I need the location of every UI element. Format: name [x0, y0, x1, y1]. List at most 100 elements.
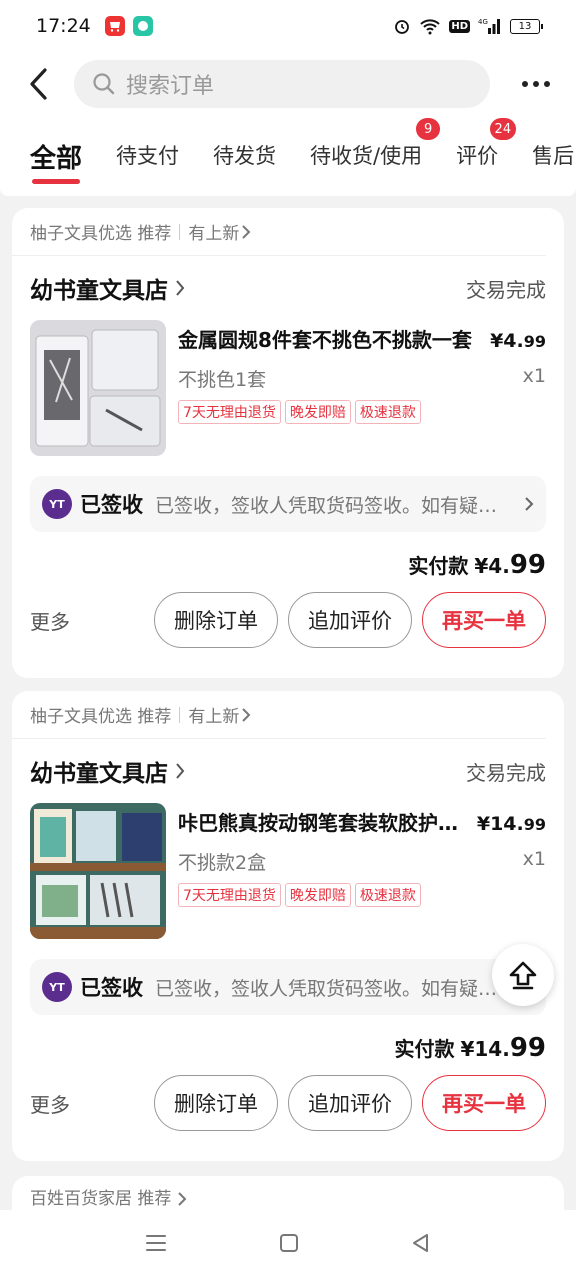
- product-price: ¥4.99: [490, 330, 546, 352]
- tab-review[interactable]: 评价 24: [456, 116, 517, 188]
- new-arrival-link[interactable]: 有上新: [188, 219, 239, 244]
- wifi-icon: [419, 17, 441, 35]
- dot-icon: [544, 81, 550, 87]
- chevron-right-icon: [242, 224, 251, 239]
- more-options-button[interactable]: [522, 81, 550, 87]
- search-placeholder: 搜索订单: [126, 74, 215, 99]
- battery-icon: 13: [510, 18, 543, 34]
- tab-pending-payment[interactable]: 待支付: [116, 116, 179, 188]
- logistics-row[interactable]: YT 已签收 已签收，签收人凭取货码签收。如有疑问请联系: [30, 476, 546, 532]
- service-tags: 7天无理由退货 晚发即赔 极速退款: [178, 883, 546, 907]
- order-card: 柚子文具优选 推荐 有上新 幼书童文具店 交易完成 咔巴熊真按动钢笔套装软胶护手…: [12, 691, 564, 1161]
- paid-amount: 实付款 ¥4.99: [12, 550, 564, 580]
- signal-icon: 4G: [478, 17, 502, 35]
- alarm-icon: [393, 17, 411, 35]
- rebuy-button[interactable]: 再买一单: [422, 1075, 546, 1131]
- chevron-right-icon: [242, 707, 251, 722]
- tab-badge: 9: [416, 118, 441, 140]
- logistics-text: 已签收，签收人凭取货码签收。如有疑问请联系: [155, 494, 505, 517]
- paid-value: ¥14.99: [460, 1033, 546, 1063]
- home-nav-button[interactable]: [278, 1232, 300, 1258]
- product-item[interactable]: 咔巴熊真按动钢笔套装软胶护手握笔 ¥14.99 不挑款2盒 x1 7天无理由退货…: [12, 803, 564, 947]
- chevron-right-icon: [176, 763, 185, 779]
- order-tabs: 全部 待支付 待发货 待收货/使用 9 评价 24 售后: [0, 116, 576, 188]
- menu-icon: [146, 1235, 166, 1251]
- tab-pending-shipment[interactable]: 待发货: [213, 116, 276, 188]
- service-tag: 极速退款: [354, 883, 421, 907]
- shop-name[interactable]: 幼书童文具店: [30, 754, 168, 788]
- add-review-button[interactable]: 追加评价: [288, 1075, 412, 1131]
- logistics-row[interactable]: YT 已签收 已签收，签收人凭取货码签收。如有疑问请联系: [30, 959, 546, 1015]
- logistics-text: 已签收，签收人凭取货码签收。如有疑问请联系: [155, 977, 505, 1000]
- square-icon: [280, 1234, 298, 1252]
- product-sku: 不挑色1套: [178, 369, 267, 391]
- product-qty: x1: [522, 365, 546, 387]
- courier-logo: YT: [42, 972, 72, 1002]
- divider: [179, 223, 181, 240]
- back-nav-button[interactable]: [410, 1232, 432, 1258]
- tab-pending-receipt[interactable]: 待收货/使用 9: [310, 116, 441, 188]
- chat-app-icon: [132, 16, 153, 36]
- paid-label: 实付款: [408, 554, 469, 578]
- back-button[interactable]: [8, 54, 68, 114]
- chevron-right-icon: [178, 1192, 187, 1206]
- divider: [179, 706, 181, 723]
- shop-source: 柚子文具优选 推荐: [30, 224, 172, 244]
- order-status: 交易完成: [466, 277, 546, 302]
- service-tag: 极速退款: [354, 400, 421, 424]
- status-icons: HD 4G 13: [393, 17, 543, 35]
- paid-amount: 实付款 ¥14.99: [12, 1033, 564, 1063]
- logistics-title: 已签收: [80, 976, 143, 1000]
- courier-logo: YT: [42, 489, 72, 519]
- service-tag: 晚发即赔: [284, 883, 351, 907]
- back-to-top-button[interactable]: [492, 944, 554, 1006]
- service-tag: 7天无理由退货: [178, 883, 281, 907]
- shop-source: 百姓百货家居 推荐: [30, 1189, 172, 1209]
- status-bar: 17:24 HD 4G 13: [0, 0, 576, 52]
- product-title: 金属圆规8件套不挑色不挑款一套: [178, 328, 472, 352]
- order-status: 交易完成: [466, 760, 546, 785]
- product-sku: 不挑款2盒: [178, 852, 267, 874]
- service-tags: 7天无理由退货 晚发即赔 极速退款: [178, 400, 546, 424]
- more-actions-link[interactable]: 更多: [30, 606, 70, 635]
- system-nav-bar: [0, 1210, 576, 1280]
- delete-order-button[interactable]: 删除订单: [154, 1075, 278, 1131]
- header-bar: 搜索订单: [0, 52, 576, 116]
- product-thumbnail[interactable]: [30, 803, 166, 939]
- product-qty: x1: [522, 848, 546, 870]
- chevron-right-icon: [176, 280, 185, 296]
- logistics-title: 已签收: [80, 493, 143, 517]
- new-arrival-link[interactable]: 有上新: [188, 702, 239, 727]
- menu-nav-button[interactable]: [144, 1232, 168, 1258]
- triangle-back-icon: [413, 1234, 428, 1252]
- product-item[interactable]: 金属圆规8件套不挑色不挑款一套 ¥4.99 不挑色1套 x1 7天无理由退货 晚…: [12, 320, 564, 464]
- status-time: 17:24: [36, 15, 91, 37]
- product-thumbnail[interactable]: [30, 320, 166, 456]
- more-actions-link[interactable]: 更多: [30, 1089, 70, 1118]
- shopping-app-icon: [104, 16, 125, 36]
- rebuy-button[interactable]: 再买一单: [422, 592, 546, 648]
- product-title: 咔巴熊真按动钢笔套装软胶护手握笔: [178, 811, 460, 835]
- shop-recommend-row[interactable]: 柚子文具优选 推荐 有上新: [12, 208, 546, 256]
- delete-order-button[interactable]: 删除订单: [154, 592, 278, 648]
- network-label: 4G: [478, 18, 488, 26]
- shop-name[interactable]: 幼书童文具店: [30, 271, 168, 305]
- search-icon: [93, 73, 115, 95]
- order-card: 柚子文具优选 推荐 有上新 幼书童文具店 交易完成 金属圆规8件套不挑色不挑款一…: [12, 208, 564, 678]
- hd-indicator: HD: [449, 19, 470, 33]
- shop-source: 柚子文具优选 推荐: [30, 707, 172, 727]
- arrow-up-icon: [509, 961, 537, 990]
- tabs-bottom-edge: [0, 188, 576, 196]
- search-input[interactable]: 搜索订单: [74, 60, 490, 108]
- dot-icon: [533, 81, 539, 87]
- dot-icon: [522, 81, 528, 87]
- tab-badge: 24: [489, 118, 517, 140]
- add-review-button[interactable]: 追加评价: [288, 592, 412, 648]
- tab-after-sales[interactable]: 售后: [532, 116, 574, 188]
- product-price: ¥14.99: [476, 813, 546, 835]
- chevron-right-icon: [525, 497, 534, 511]
- shop-recommend-row[interactable]: 柚子文具优选 推荐 有上新: [12, 691, 546, 739]
- service-tag: 晚发即赔: [284, 400, 351, 424]
- paid-value: ¥4.99: [474, 550, 546, 580]
- tab-all[interactable]: 全部: [30, 116, 82, 188]
